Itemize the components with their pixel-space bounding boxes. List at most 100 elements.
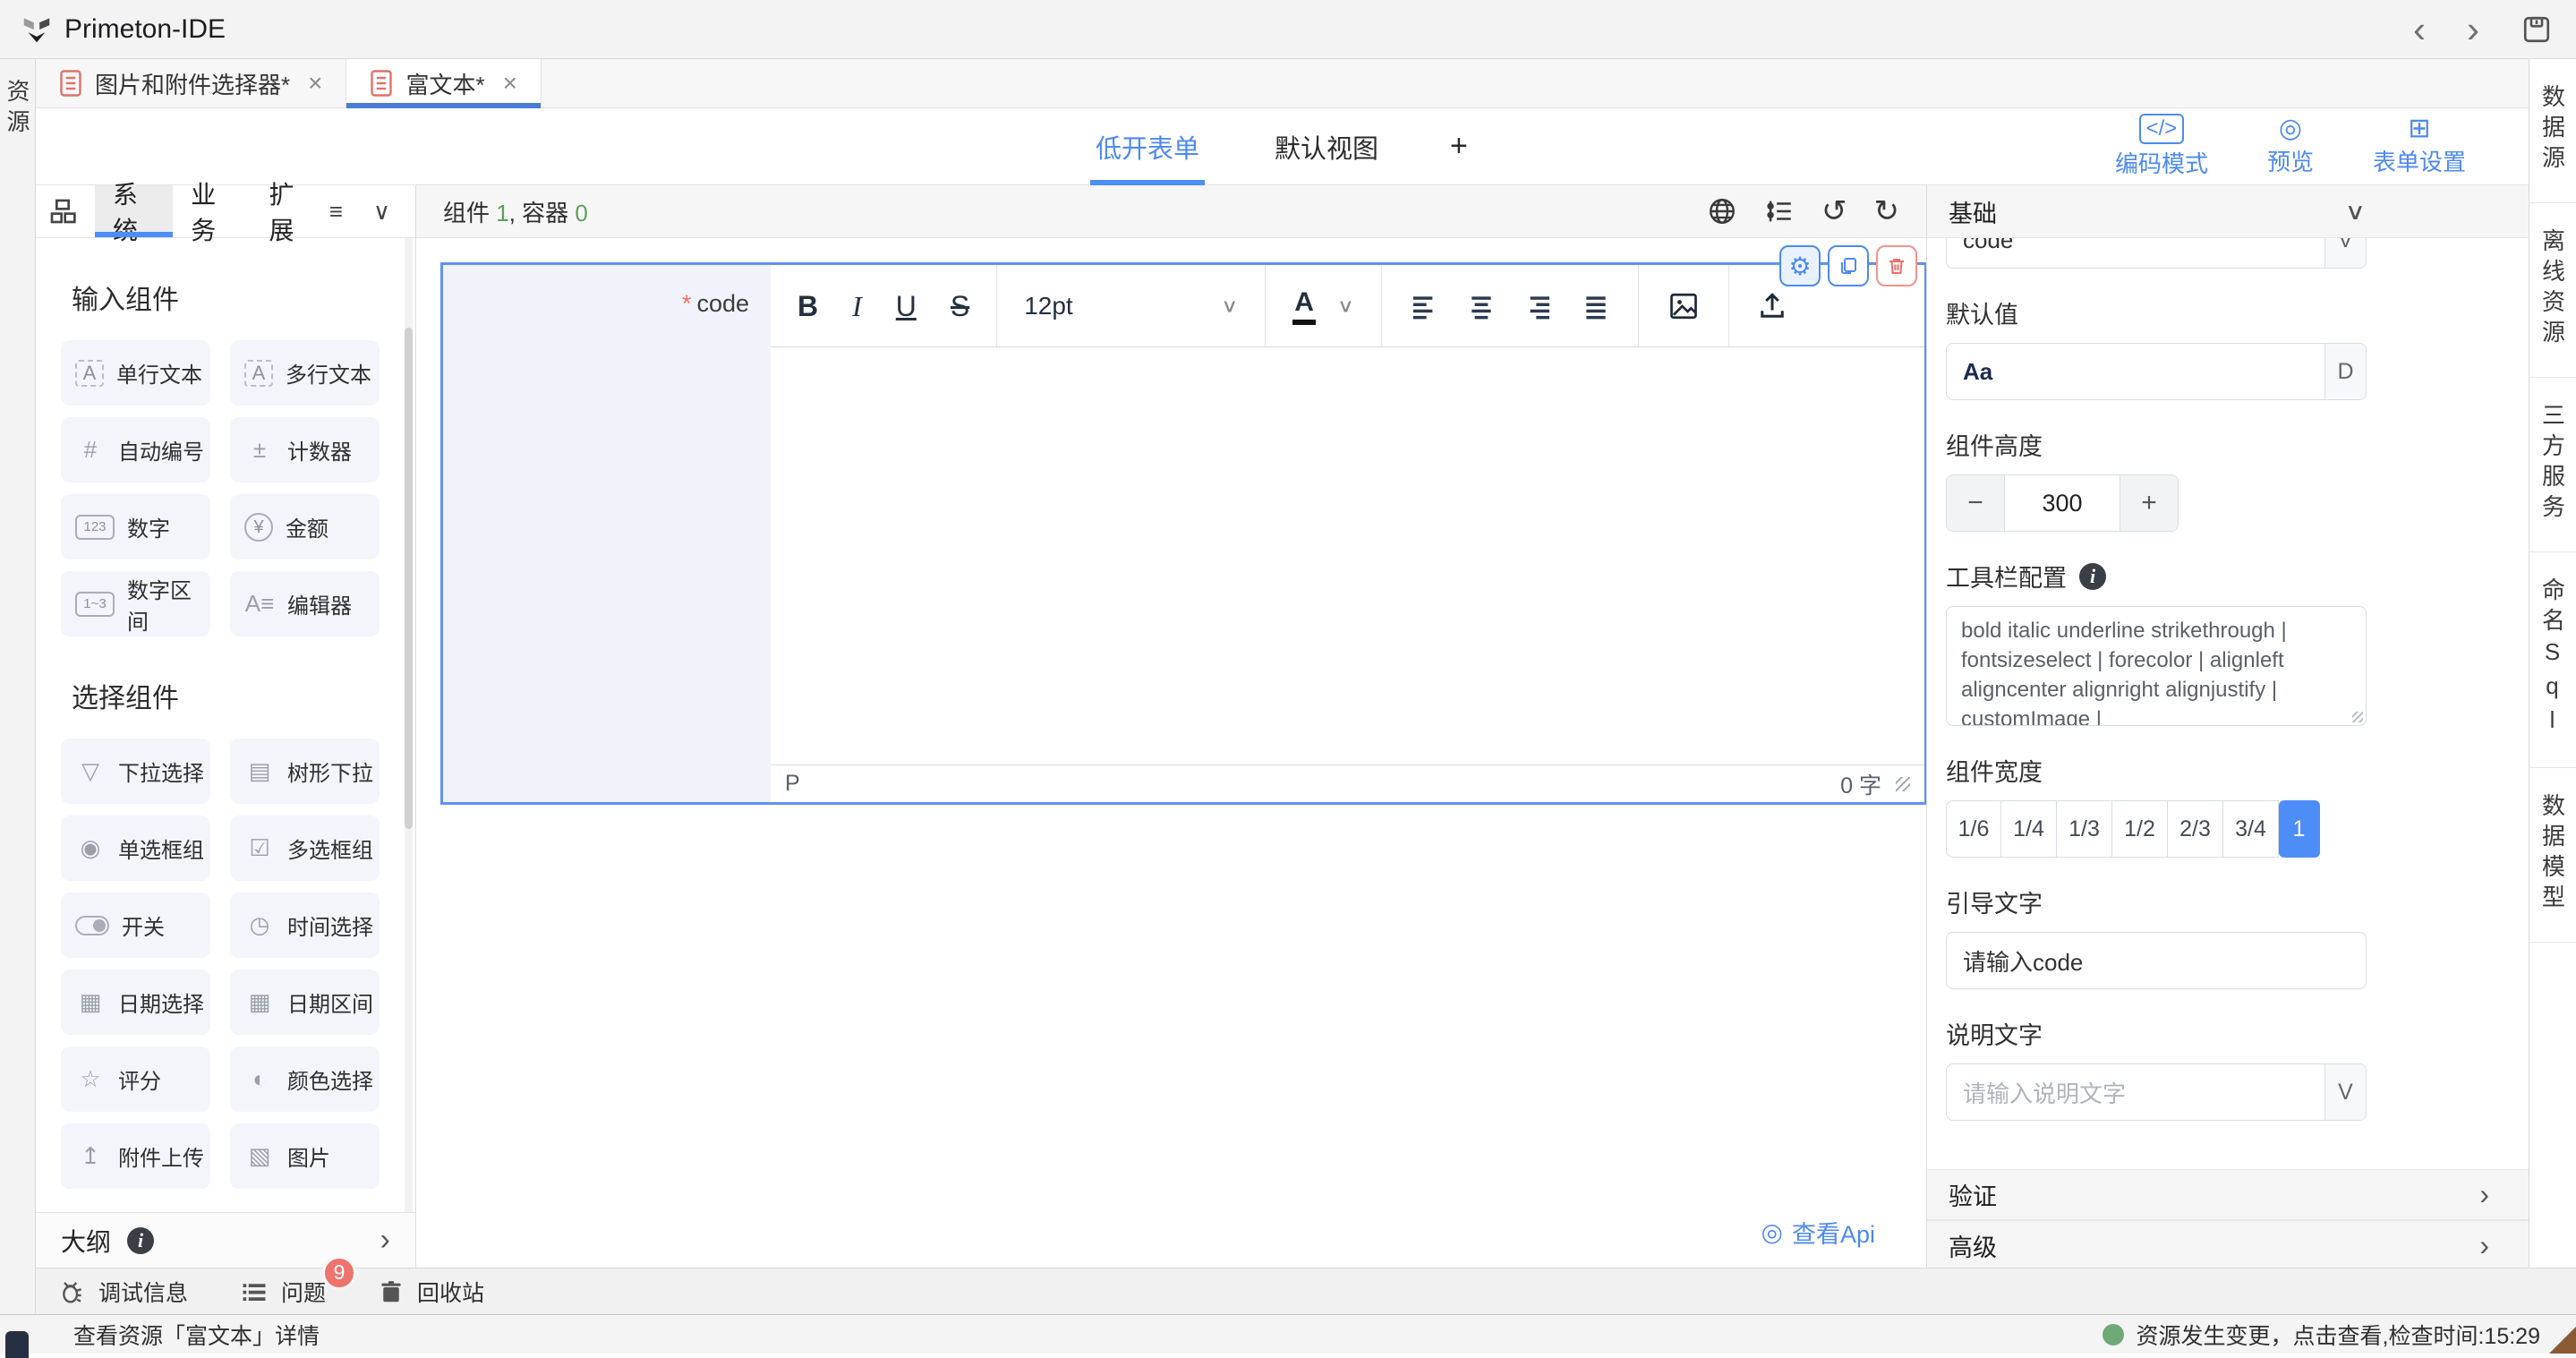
file-tab-rich-text[interactable]: 富文本* × bbox=[346, 59, 541, 107]
align-right-button[interactable] bbox=[1523, 292, 1554, 320]
help-text-field[interactable]: 请输入说明文字 V bbox=[1946, 1063, 2367, 1121]
file-tab-image-attachment-picker[interactable]: 图片和附件选择器* × bbox=[36, 59, 346, 107]
outline-row[interactable]: 大纲 i › bbox=[36, 1212, 415, 1268]
problems-button[interactable]: 问题 9 bbox=[240, 1276, 326, 1308]
tab-default-view[interactable]: 默认视图 bbox=[1271, 108, 1382, 185]
width-option-1-2[interactable]: 1/2 bbox=[2112, 800, 2168, 858]
components-icon[interactable] bbox=[48, 197, 77, 226]
palette-item-dropdown-select[interactable]: ▽ 下拉选择 bbox=[61, 739, 210, 804]
palette-menu-icon[interactable]: ≡ bbox=[329, 198, 343, 226]
palette-item-single-line-text[interactable]: A 单行文本 bbox=[61, 340, 210, 406]
font-size-select[interactable]: 12pt ∨ bbox=[997, 265, 1266, 346]
palette-item-number-range[interactable]: 1~3 数字区间 bbox=[61, 571, 210, 636]
bottom-panel-bar: 调试信息 问题 9 回收站 bbox=[36, 1268, 2576, 1314]
minus-button[interactable]: − bbox=[1947, 475, 2004, 531]
palette-item-number[interactable]: 123 数字 bbox=[61, 494, 210, 559]
outline-tree-icon[interactable] bbox=[1764, 196, 1795, 226]
close-icon[interactable]: × bbox=[308, 69, 322, 98]
width-option-3-4[interactable]: 3/4 bbox=[2223, 800, 2279, 858]
redo-icon[interactable]: ↻ bbox=[1874, 196, 1900, 226]
window-resize-grip[interactable] bbox=[2549, 1327, 2576, 1354]
section-header-basic[interactable]: 基础 ∨ bbox=[1927, 185, 2529, 238]
width-option-1-3[interactable]: 1/3 bbox=[2057, 800, 2112, 858]
rail-item-resources[interactable]: 资源 bbox=[1, 79, 34, 140]
palette-item-time-picker[interactable]: ◷ 时间选择 bbox=[230, 893, 380, 958]
forecolor-select[interactable]: A ∨ bbox=[1266, 265, 1382, 346]
nav-back-icon[interactable]: ‹ bbox=[2413, 11, 2426, 48]
rail-item-data-model[interactable]: 数据模型 bbox=[2529, 768, 2576, 943]
palette-item-date-range[interactable]: ▦ 日期区间 bbox=[230, 969, 380, 1035]
rich-text-component[interactable]: ⚙ *code B I U S bbox=[440, 262, 1927, 805]
width-option-1-4[interactable]: 1/4 bbox=[2001, 800, 2057, 858]
palette-item-rating[interactable]: ☆ 评分 bbox=[61, 1046, 210, 1112]
palette-item-amount[interactable]: ¥ 金额 bbox=[230, 494, 380, 559]
recycle-bin-button[interactable]: 回收站 bbox=[378, 1276, 484, 1308]
width-option-1-6[interactable]: 1/6 bbox=[1946, 800, 2001, 858]
plus-button[interactable]: + bbox=[2120, 475, 2178, 531]
bold-button[interactable]: B bbox=[798, 292, 818, 320]
width-option-2-3[interactable]: 2/3 bbox=[2168, 800, 2223, 858]
height-value[interactable]: 300 bbox=[2004, 475, 2120, 531]
undo-icon[interactable]: ↺ bbox=[1821, 196, 1847, 226]
palette-scrollbar-thumb[interactable] bbox=[405, 328, 413, 829]
palette-item-switch[interactable]: 开关 bbox=[61, 893, 210, 958]
tab-low-code-form[interactable]: 低开表单 bbox=[1092, 108, 1203, 185]
rail-item-third-party-services[interactable]: 三方服务 bbox=[2529, 378, 2576, 552]
component-delete-button[interactable] bbox=[1876, 245, 1917, 286]
strikethrough-button[interactable]: S bbox=[951, 292, 969, 320]
toolbar-config-textarea[interactable]: bold italic underline strikethrough | fo… bbox=[1946, 606, 2367, 726]
variable-binding-button[interactable]: V bbox=[2324, 1064, 2366, 1120]
palette-collapse-icon[interactable]: ∨ bbox=[373, 198, 390, 226]
palette-tab-extension[interactable]: 扩展 bbox=[252, 185, 329, 237]
italic-button[interactable]: I bbox=[852, 292, 862, 320]
width-option-full[interactable]: 1 bbox=[2279, 800, 2320, 858]
code-field[interactable]: code V bbox=[1946, 238, 2367, 269]
preview-button[interactable]: ◎ 预览 bbox=[2267, 115, 2314, 177]
section-header-advanced[interactable]: 高级 › bbox=[1927, 1220, 2529, 1268]
align-left-button[interactable] bbox=[1409, 292, 1439, 320]
save-icon[interactable] bbox=[2521, 13, 2553, 46]
component-copy-button[interactable] bbox=[1828, 245, 1869, 286]
palette-item-attachment-upload[interactable]: ↥ 附件上传 bbox=[61, 1123, 210, 1189]
palette-item-date-picker[interactable]: ▦ 日期选择 bbox=[61, 969, 210, 1035]
dropdown-icon: ▽ bbox=[75, 757, 106, 785]
palette-item-image[interactable]: ▧ 图片 bbox=[230, 1123, 380, 1189]
insert-image-button[interactable] bbox=[1639, 265, 1729, 346]
palette-tab-system[interactable]: 系统 bbox=[95, 185, 173, 237]
view-api-link[interactable]: ◎ 查看Api bbox=[1761, 1215, 1875, 1250]
guide-text-field[interactable]: 请输入code bbox=[1946, 932, 2367, 989]
palette-item-color-picker[interactable]: ◐ 颜色选择 bbox=[230, 1046, 380, 1112]
align-center-button[interactable] bbox=[1466, 292, 1497, 320]
rail-item-data-source[interactable]: 数据源 bbox=[2529, 59, 2576, 203]
nav-forward-icon[interactable]: › bbox=[2467, 11, 2479, 48]
palette-item-tree-dropdown[interactable]: ▤ 树形下拉 bbox=[230, 739, 380, 804]
section-header-validation[interactable]: 验证 › bbox=[1927, 1169, 2529, 1220]
default-value-suffix-button[interactable]: D bbox=[2324, 344, 2366, 399]
palette-item-auto-number[interactable]: # 自动编号 bbox=[61, 417, 210, 483]
status-message[interactable]: 查看资源「富文本」详情 bbox=[73, 1319, 320, 1351]
editor-resize-handle[interactable] bbox=[1896, 777, 1910, 791]
form-settings-button[interactable]: ⊞ 表单设置 bbox=[2373, 115, 2466, 177]
right-rail: 数据源 离线资源 三方服务 命名Sql 数据模型 bbox=[2529, 59, 2576, 1314]
rail-item-offline-resources[interactable]: 离线资源 bbox=[2529, 203, 2576, 378]
editor-content-area[interactable] bbox=[771, 347, 1924, 764]
palette-tab-business[interactable]: 业务 bbox=[173, 185, 251, 237]
underline-button[interactable]: U bbox=[896, 292, 917, 320]
align-justify-button[interactable] bbox=[1581, 292, 1611, 320]
add-view-button[interactable]: + bbox=[1450, 129, 1468, 164]
palette-item-counter[interactable]: ± 计数器 bbox=[230, 417, 380, 483]
globe-icon[interactable] bbox=[1707, 196, 1737, 226]
textarea-resize-handle[interactable] bbox=[2352, 712, 2363, 722]
palette-item-editor[interactable]: A≡ 编辑器 bbox=[230, 571, 380, 636]
rail-item-named-sql[interactable]: 命名Sql bbox=[2529, 552, 2576, 768]
component-settings-button[interactable]: ⚙ bbox=[1779, 245, 1821, 286]
close-icon[interactable]: × bbox=[503, 69, 517, 98]
palette-item-multi-line-text[interactable]: A 多行文本 bbox=[230, 340, 380, 406]
variable-binding-button[interactable]: V bbox=[2324, 238, 2366, 268]
resource-change-status[interactable]: 资源发生变更，点击查看,检查时间:15:29 bbox=[2103, 1319, 2540, 1351]
default-value-field[interactable]: Aa D bbox=[1946, 343, 2367, 400]
palette-item-checkbox-group[interactable]: ☑ 多选框组 bbox=[230, 816, 380, 881]
palette-item-radio-group[interactable]: ◉ 单选框组 bbox=[61, 816, 210, 881]
debug-info-button[interactable]: 调试信息 bbox=[57, 1276, 188, 1308]
code-mode-button[interactable]: </> 编码模式 bbox=[2115, 114, 2208, 179]
